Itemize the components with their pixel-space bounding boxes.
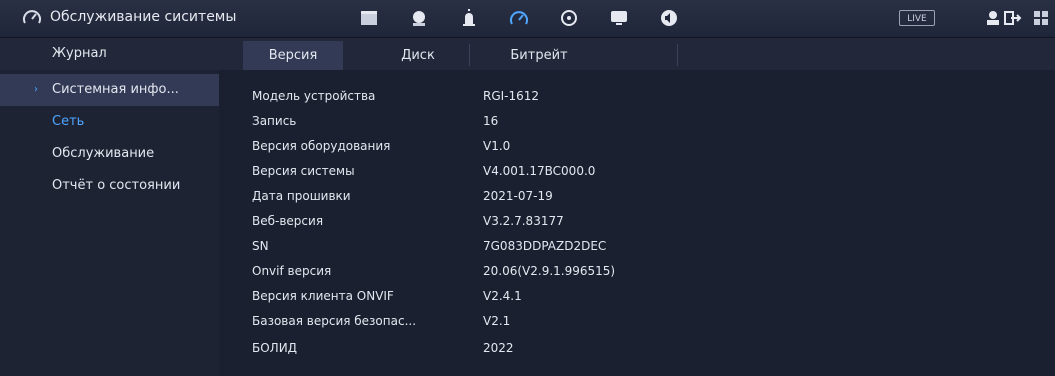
info-value: V3.2.7.83177 (483, 214, 564, 228)
sidebar-item-status-report[interactable]: Отчёт о состоянии (0, 170, 219, 202)
tab-divider (469, 44, 470, 66)
tab-version[interactable]: Версия (243, 41, 343, 70)
info-row: Модель устройства RGI-1612 (240, 84, 1040, 108)
info-label: SN (252, 239, 269, 253)
user-icon[interactable] (982, 7, 1004, 29)
info-row: Дата прошивки 2021-07-19 (240, 184, 1040, 208)
info-row: Версия оборудования V1.0 (240, 134, 1040, 158)
live-button[interactable]: LIVE (899, 10, 935, 26)
info-label: Запись (252, 114, 297, 128)
info-row: Запись 16 (240, 109, 1040, 133)
sidebar-item-system-info[interactable]: › Системная инфо... (0, 74, 219, 106)
info-value: V2.4.1 (483, 289, 522, 303)
info-value: 20.06(V2.9.1.996515) (483, 264, 616, 278)
grid-icon[interactable] (1030, 7, 1052, 29)
info-label: Веб-версия (252, 214, 324, 228)
info-value: 7G083DDPAZD2DEC (483, 239, 607, 253)
page-title: Обслуживание сиситемы (50, 9, 237, 25)
info-row: Базовая версия безопас... V2.1 (240, 309, 1040, 333)
sidebar: Журнал › Системная инфо... Сеть Обслужив… (0, 38, 219, 376)
face-icon[interactable] (408, 7, 430, 29)
sidebar-item-maintenance[interactable]: Обслуживание (0, 138, 219, 170)
alarm-light-icon[interactable] (458, 7, 480, 29)
gauge-icon (23, 10, 41, 24)
info-row: SN 7G083DDPAZD2DEC (240, 234, 1040, 258)
info-label: Onvif версия (252, 264, 332, 278)
gauge-active-icon[interactable] (508, 7, 530, 29)
sidebar-item-network[interactable]: Сеть (0, 106, 219, 138)
info-value: V1.0 (483, 139, 511, 153)
info-row: Onvif версия 20.06(V2.9.1.996515) (240, 259, 1040, 283)
top-bar: Обслуживание сиситемы LIVE (0, 0, 1055, 38)
tab-divider (677, 44, 678, 66)
info-label: Версия системы (252, 164, 355, 178)
info-value: 16 (483, 114, 499, 128)
info-label: Версия клиента ONVIF (252, 289, 394, 303)
info-row: БОЛИД 2022 (240, 336, 1040, 360)
info-value: V2.1 (483, 314, 511, 328)
info-value: 2022 (483, 341, 514, 355)
info-value: 2021-07-19 (483, 189, 553, 203)
info-row: Версия системы V4.001.17BC000.0 (240, 159, 1040, 183)
info-value: V4.001.17BC000.0 (483, 164, 596, 178)
sidebar-item-journal[interactable]: Журнал (0, 38, 219, 70)
info-label: Дата прошивки (252, 189, 351, 203)
info-label: Версия оборудования (252, 139, 391, 153)
tab-bar: Версия Диск Битрейт (219, 38, 1055, 70)
camera-icon[interactable] (358, 7, 380, 29)
tab-disk[interactable]: Диск (383, 41, 453, 70)
info-value: RGI-1612 (483, 89, 540, 103)
logout-icon[interactable] (1002, 7, 1024, 29)
chevron-right-icon: › (34, 84, 38, 95)
info-label: БОЛИД (252, 341, 298, 355)
info-row: Веб-версия V3.2.7.83177 (240, 209, 1040, 233)
info-label: Модель устройства (252, 89, 376, 103)
sidebar-item-label: Системная инфо... (52, 82, 179, 97)
info-row: Версия клиента ONVIF V2.4.1 (240, 284, 1040, 308)
disk-icon[interactable] (558, 7, 580, 29)
tab-bitrate[interactable]: Битрейт (479, 41, 599, 70)
monitor-icon[interactable] (608, 7, 630, 29)
audio-icon[interactable] (658, 7, 680, 29)
info-label: Базовая версия безопас... (252, 314, 417, 328)
